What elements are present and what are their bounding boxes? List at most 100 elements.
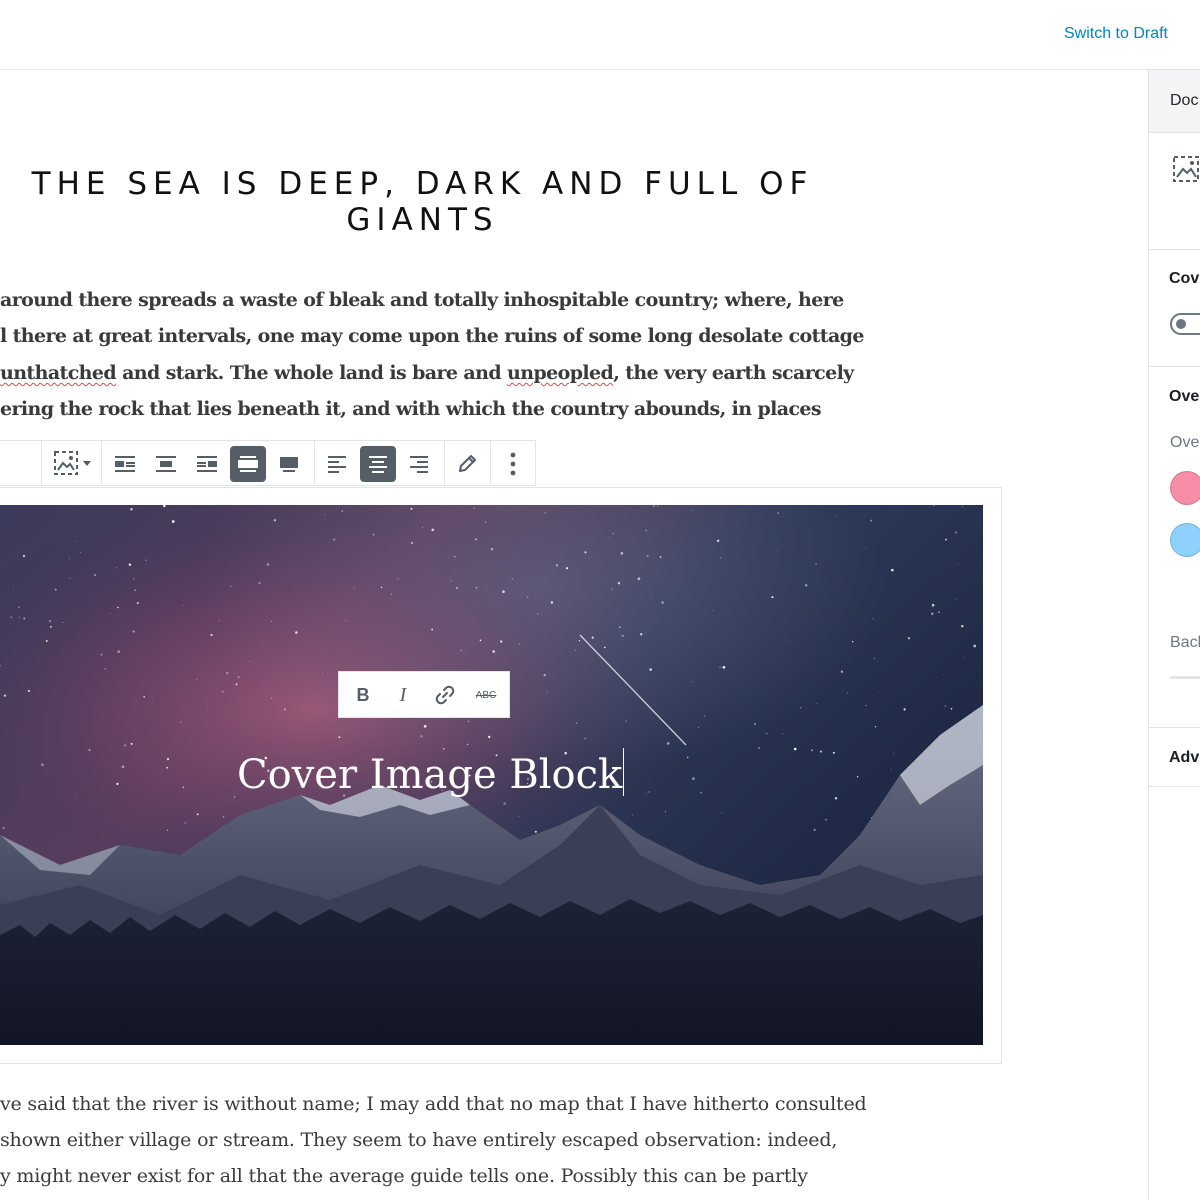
- italic-icon: I: [399, 683, 407, 706]
- align-left-button[interactable]: [107, 446, 143, 482]
- star: [550, 601, 554, 604]
- paragraph-line[interactable]: unthatched and stark. The whole land is …: [0, 355, 854, 391]
- star: [290, 572, 291, 574]
- cover-image-icon: [54, 451, 91, 475]
- star: [620, 552, 624, 555]
- star: [945, 538, 947, 541]
- star: [475, 538, 477, 541]
- misspelled-word[interactable]: unpeopled: [507, 362, 614, 384]
- star: [341, 510, 343, 512]
- star: [518, 643, 520, 645]
- star: [621, 634, 625, 638]
- star: [295, 631, 298, 634]
- cover-title-input[interactable]: Cover Image Block: [237, 745, 625, 805]
- star: [865, 547, 867, 549]
- star: [578, 639, 581, 642]
- text-align-left-button[interactable]: [319, 446, 355, 482]
- paragraph-line[interactable]: ve said that the river is without name; …: [0, 1086, 867, 1122]
- star: [145, 559, 147, 561]
- star: [237, 676, 240, 679]
- align-center-button[interactable]: [148, 446, 184, 482]
- star: [608, 537, 610, 539]
- star: [874, 726, 877, 728]
- paragraph-line[interactable]: around there spreads a waste of bleak an…: [0, 282, 844, 318]
- full-width-button[interactable]: [271, 446, 307, 482]
- panel-title-advanced[interactable]: Adv: [1169, 749, 1199, 767]
- star: [134, 589, 137, 592]
- star: [961, 506, 963, 508]
- star: [612, 532, 615, 535]
- star: [484, 521, 487, 523]
- star: [692, 777, 695, 780]
- panel-title-cover-settings[interactable]: Cov: [1169, 270, 1199, 288]
- star: [649, 668, 652, 671]
- star: [3, 694, 7, 697]
- cover-image-block[interactable]: B I ABC Cover Image Block: [0, 505, 983, 1045]
- star: [152, 701, 154, 703]
- wide-width-button[interactable]: [230, 446, 266, 482]
- link-button[interactable]: [428, 678, 462, 712]
- panel-divider: [1149, 786, 1200, 787]
- star: [23, 617, 26, 620]
- settings-sidebar: Doc Cov Ove Ove Back Adv: [1148, 70, 1200, 1200]
- panel-title-overlay[interactable]: Ove: [1169, 388, 1199, 406]
- misspelled-word[interactable]: unthatched: [0, 362, 117, 384]
- star: [132, 630, 135, 633]
- star: [17, 606, 20, 609]
- star: [799, 706, 802, 709]
- paragraph-line[interactable]: ering the rock that lies beneath it, and…: [0, 391, 822, 427]
- paragraph-line[interactable]: l there at great intervals, one may come…: [0, 318, 864, 354]
- post-title[interactable]: THE SEA IS DEEP, DARK AND FULL OF GIANTS: [0, 166, 845, 238]
- star: [698, 727, 699, 728]
- star: [692, 681, 693, 683]
- star: [608, 551, 610, 553]
- color-swatch-pink[interactable]: [1170, 471, 1200, 505]
- star: [380, 586, 383, 589]
- star: [333, 538, 336, 541]
- italic-button[interactable]: I: [386, 678, 420, 712]
- star: [811, 749, 813, 752]
- strikethrough-button[interactable]: ABC: [469, 678, 503, 712]
- more-options-button[interactable]: [495, 446, 531, 482]
- star: [704, 715, 706, 717]
- star: [196, 813, 199, 816]
- star: [502, 590, 505, 593]
- align-right-button[interactable]: [189, 446, 225, 482]
- block-switcher-button[interactable]: [47, 446, 97, 482]
- star: [2, 826, 5, 829]
- star: [931, 612, 934, 615]
- text-align-right-button[interactable]: [401, 446, 437, 482]
- star: [766, 733, 768, 735]
- star: [54, 588, 57, 591]
- star: [243, 664, 245, 665]
- edit-image-button[interactable]: [449, 446, 485, 482]
- switch-to-draft-button[interactable]: Switch to Draft: [1064, 25, 1168, 43]
- star: [196, 678, 198, 680]
- star: [957, 563, 959, 565]
- star: [45, 639, 48, 643]
- star: [603, 646, 606, 649]
- text-align-left-icon: [328, 456, 346, 473]
- bold-button[interactable]: B: [346, 678, 380, 712]
- star: [825, 819, 827, 821]
- star: [584, 737, 587, 740]
- star: [273, 519, 277, 522]
- paragraph-line[interactable]: shown either village or stream. They see…: [0, 1122, 837, 1158]
- text-align-center-button[interactable]: [360, 446, 396, 482]
- star: [130, 742, 133, 745]
- star: [266, 563, 270, 566]
- star: [431, 628, 433, 631]
- toolbar-group-more: [490, 441, 536, 485]
- star: [117, 606, 119, 609]
- fixed-background-toggle[interactable]: [1170, 313, 1200, 335]
- post-title-line-2: GIANTS: [346, 202, 499, 238]
- post-title-line-1: THE SEA IS DEEP, DARK AND FULL OF: [31, 166, 814, 202]
- star: [166, 757, 170, 761]
- paragraph-line[interactable]: y might never exist for all that the ave…: [0, 1158, 808, 1194]
- star: [645, 792, 647, 794]
- star: [100, 653, 103, 656]
- color-swatch-light-blue[interactable]: [1170, 523, 1200, 557]
- star: [961, 625, 964, 628]
- tab-document[interactable]: Doc: [1170, 92, 1198, 110]
- background-opacity-slider[interactable]: [1170, 676, 1200, 679]
